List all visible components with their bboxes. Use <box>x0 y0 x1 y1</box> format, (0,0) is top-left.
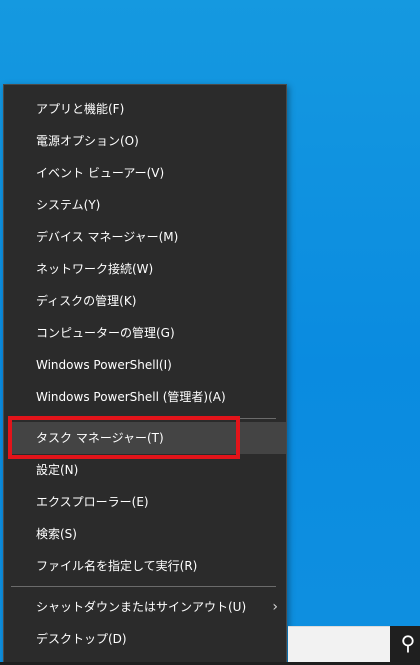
menu-item-search[interactable]: 検索(S) <box>9 518 286 550</box>
menu-item-apps-features[interactable]: アプリと機能(F) <box>9 93 286 125</box>
menu-item-shutdown-signout[interactable]: シャットダウンまたはサインアウト(U) › <box>9 591 286 623</box>
menu-separator <box>11 586 276 587</box>
taskbar-search-box[interactable] <box>288 626 390 663</box>
menu-item-desktop[interactable]: デスクトップ(D) <box>9 623 286 655</box>
menu-item-powershell[interactable]: Windows PowerShell(I) <box>9 349 286 381</box>
highlight-annotation-box <box>8 416 240 459</box>
chevron-right-icon: › <box>272 599 278 615</box>
menu-item-device-manager[interactable]: デバイス マネージャー(M) <box>9 221 286 253</box>
menu-item-network-connections[interactable]: ネットワーク接続(W) <box>9 253 286 285</box>
menu-item-run[interactable]: ファイル名を指定して実行(R) <box>9 550 286 582</box>
menu-item-disk-management[interactable]: ディスクの管理(K) <box>9 285 286 317</box>
menu-item-power-options[interactable]: 電源オプション(O) <box>9 125 286 157</box>
menu-item-powershell-admin[interactable]: Windows PowerShell (管理者)(A) <box>9 381 286 413</box>
winx-context-menu: アプリと機能(F) 電源オプション(O) イベント ビューアー(V) システム(… <box>3 84 287 664</box>
menu-item-event-viewer[interactable]: イベント ビューアー(V) <box>9 157 286 189</box>
menu-item-system[interactable]: システム(Y) <box>9 189 286 221</box>
menu-item-computer-management[interactable]: コンピューターの管理(G) <box>9 317 286 349</box>
search-icon[interactable]: ⚲ <box>390 626 420 665</box>
menu-item-file-explorer[interactable]: エクスプローラー(E) <box>9 486 286 518</box>
menu-item-label: シャットダウンまたはサインアウト(U) <box>36 600 247 614</box>
